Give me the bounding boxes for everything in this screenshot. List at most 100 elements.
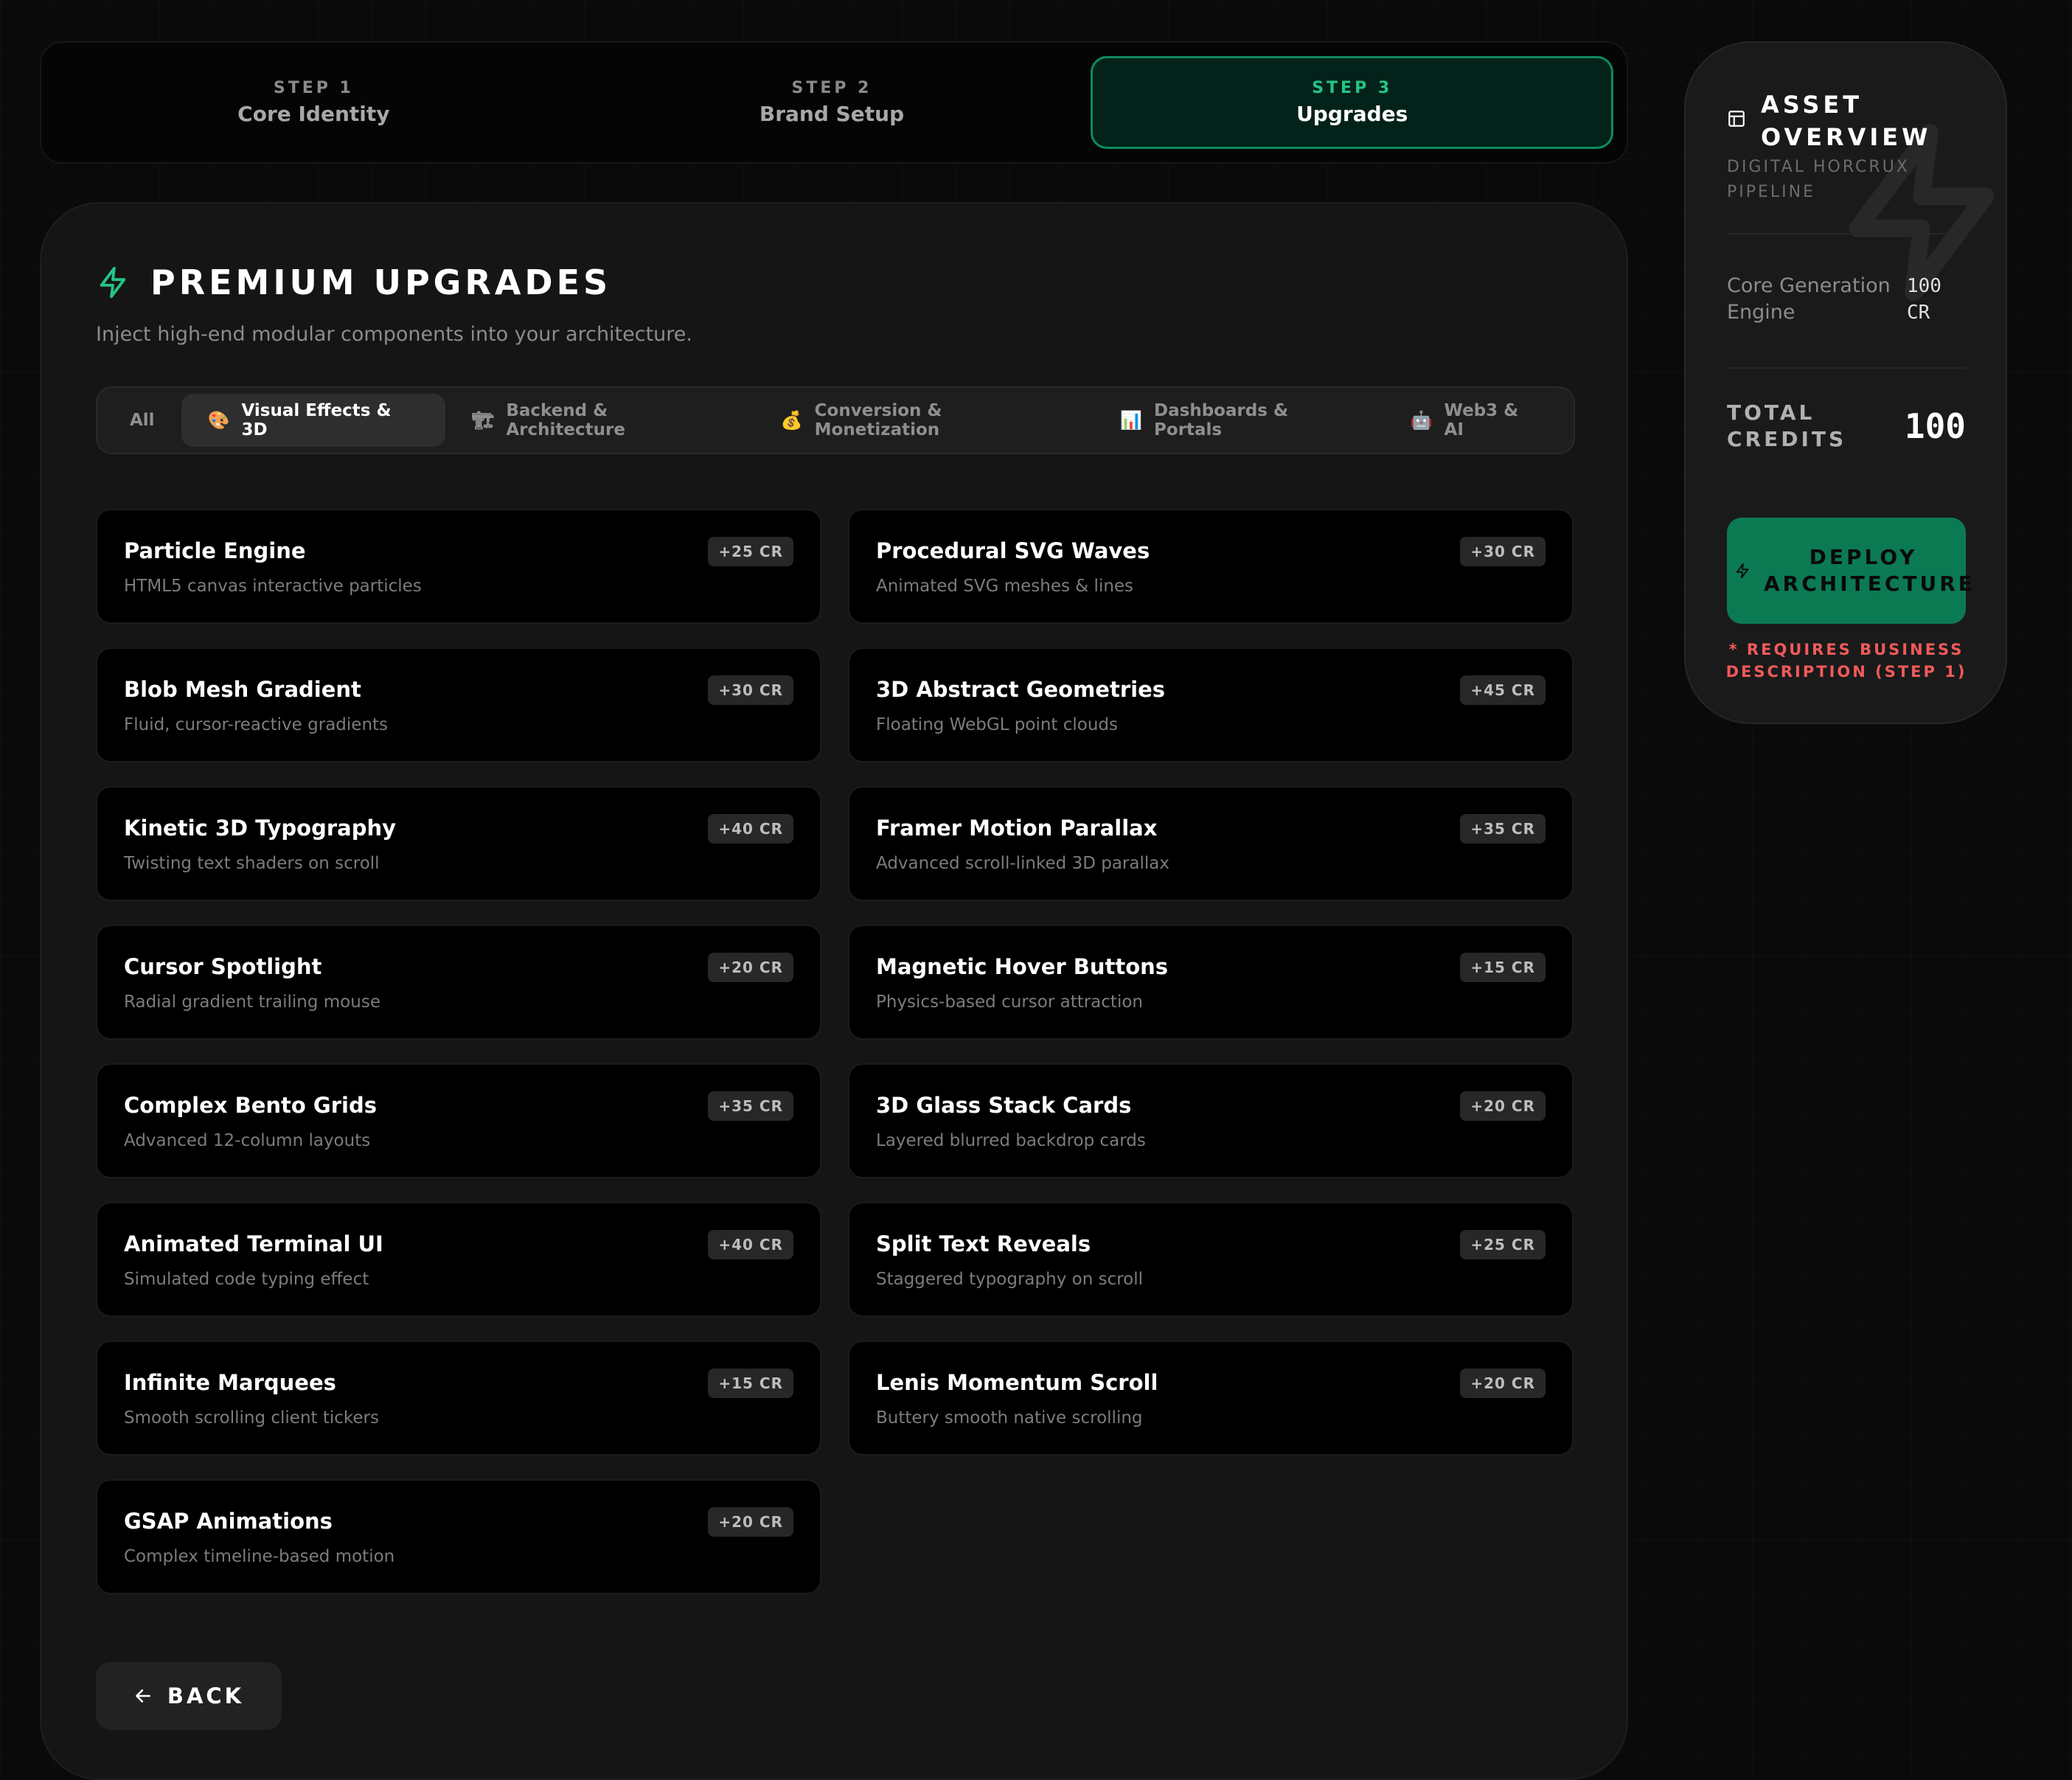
tab-all[interactable]: All — [103, 394, 181, 447]
tab-conversion-monetization[interactable]: 💰 Conversion & Monetization — [754, 394, 1094, 447]
requirement-warning: * REQUIRES BUSINESS DESCRIPTION (STEP 1) — [1725, 641, 1967, 681]
upgrade-card-framer-motion-parallax[interactable]: Framer Motion Parallax Advanced scroll-l… — [848, 786, 1574, 901]
sidebar-subtitle: DIGITAL HORCRUX PIPELINE — [1727, 158, 1910, 201]
card-description: Complex timeline-based motion — [124, 1547, 395, 1566]
card-description: Floating WebGL point clouds — [876, 715, 1119, 734]
total-credits-label: TOTAL CREDITS — [1727, 400, 1847, 451]
card-title: Infinite Marquees — [124, 1370, 336, 1395]
price-badge: +35 CR — [708, 1091, 793, 1121]
total-credits-row: TOTAL CREDITS 100 — [1727, 400, 1966, 453]
card-title: Animated Terminal UI — [124, 1231, 383, 1256]
tab-label: Dashboards & Portals — [1154, 401, 1289, 439]
layout-panel-icon — [1728, 111, 1745, 127]
upgrade-card-grid: Particle Engine HTML5 canvas interactive… — [96, 509, 1575, 1594]
step-1[interactable]: STEP 1 Core Identity — [55, 56, 573, 149]
card-description: Fluid, cursor-reactive gradients — [124, 715, 389, 734]
card-description: Buttery smooth native scrolling — [876, 1408, 1143, 1428]
card-title: Lenis Momentum Scroll — [876, 1370, 1158, 1395]
sidebar-title: ASSET OVERVIEW — [1761, 91, 1932, 151]
price-badge: +15 CR — [708, 1369, 793, 1398]
card-title: Complex Bento Grids — [124, 1093, 377, 1118]
tab-label: Visual Effects & 3D — [241, 401, 392, 439]
tab-web3-ai[interactable]: 🤖 Web3 & AI — [1384, 394, 1568, 447]
asset-overview-sidebar: ASSET OVERVIEW DIGITAL HORCRUX PIPELINE … — [1684, 41, 2007, 724]
card-title: Procedural SVG Waves — [876, 538, 1150, 563]
card-title: GSAP Animations — [124, 1509, 333, 1534]
panel-subtitle: Inject high-end modular components into … — [96, 323, 692, 346]
back-button[interactable]: BACK — [96, 1662, 282, 1730]
upgrade-card-particle-engine[interactable]: Particle Engine HTML5 canvas interactive… — [96, 509, 821, 624]
price-badge: +30 CR — [1460, 537, 1546, 566]
card-description: Animated SVG meshes & lines — [876, 577, 1134, 596]
price-badge: +20 CR — [1460, 1369, 1546, 1398]
deploy-button-label: DEPLOY ARCHITECTURE — [1764, 545, 1975, 596]
card-title: Split Text Reveals — [876, 1231, 1091, 1256]
upgrades-panel: PREMIUM UPGRADES Inject high-end modular… — [40, 202, 1628, 1780]
panel-header: PREMIUM UPGRADES Inject high-end modular… — [96, 263, 692, 346]
divider — [1727, 233, 1966, 234]
upgrade-card-kinetic-3d-typography[interactable]: Kinetic 3D Typography Twisting text shad… — [96, 786, 821, 901]
card-description: Simulated code typing effect — [124, 1270, 369, 1289]
card-description: Physics-based cursor attraction — [876, 992, 1143, 1012]
step-2-title: Brand Setup — [759, 102, 905, 126]
arrow-left-icon — [135, 1689, 150, 1703]
total-credits-value: 100 — [1904, 406, 1966, 446]
tab-dashboards-portals[interactable]: 📊 Dashboards & Portals — [1094, 394, 1384, 447]
bar-chart-icon: 📊 — [1120, 410, 1143, 431]
upgrade-card-gsap-animations[interactable]: GSAP Animations Complex timeline-based m… — [96, 1479, 821, 1594]
card-description: Radial gradient trailing mouse — [124, 992, 380, 1012]
lightning-bolt-icon — [100, 266, 126, 299]
step-1-number: STEP 1 — [273, 79, 354, 97]
upgrade-card-blob-mesh-gradient[interactable]: Blob Mesh Gradient Fluid, cursor-reactiv… — [96, 647, 821, 762]
upgrade-card-complex-bento-grids[interactable]: Complex Bento Grids Advanced 12-column l… — [96, 1063, 821, 1178]
upgrade-card-magnetic-hover-buttons[interactable]: Magnetic Hover Buttons Physics-based cur… — [848, 925, 1574, 1040]
tab-backend-architecture[interactable]: 🏗 Backend & Architecture — [445, 394, 754, 447]
tab-visual-effects-3d[interactable]: 🎨 Visual Effects & 3D — [181, 394, 445, 447]
card-title: Particle Engine — [124, 538, 306, 563]
lightning-bolt-icon — [1736, 563, 1749, 579]
step-3[interactable]: STEP 3 Upgrades — [1091, 56, 1614, 149]
step-1-title: Core Identity — [237, 102, 390, 126]
price-badge: +15 CR — [1460, 953, 1546, 982]
deploy-architecture-button[interactable]: DEPLOY ARCHITECTURE — [1727, 518, 1975, 624]
step-2[interactable]: STEP 2 Brand Setup — [573, 56, 1091, 149]
price-badge: +25 CR — [1460, 1230, 1546, 1259]
price-badge: +20 CR — [1460, 1091, 1546, 1121]
card-description: Layered blurred backdrop cards — [876, 1131, 1146, 1150]
tab-label: All — [130, 411, 155, 430]
card-title: Blob Mesh Gradient — [124, 677, 361, 702]
price-badge: +30 CR — [708, 675, 793, 705]
tab-label: Web3 & AI — [1444, 401, 1519, 439]
upgrade-card-infinite-marquees[interactable]: Infinite Marquees Smooth scrolling clien… — [96, 1341, 821, 1456]
price-badge: +45 CR — [1460, 675, 1546, 705]
upgrade-card-split-text-reveals[interactable]: Split Text Reveals Staggered typography … — [848, 1202, 1574, 1317]
card-title: Cursor Spotlight — [124, 954, 322, 979]
line-item: Core Generation Engine 100 CR — [1727, 273, 1966, 326]
card-title: Magnetic Hover Buttons — [876, 954, 1169, 979]
upgrade-card-animated-terminal-ui[interactable]: Animated Terminal UI Simulated code typi… — [96, 1202, 821, 1317]
card-title: Framer Motion Parallax — [876, 816, 1158, 841]
upgrade-card-procedural-svg-waves[interactable]: Procedural SVG Waves Animated SVG meshes… — [848, 509, 1574, 624]
palette-icon: 🎨 — [207, 410, 230, 431]
category-filter-bar: All 🎨 Visual Effects & 3D 🏗 Backend & Ar… — [96, 386, 1575, 454]
card-description: Twisting text shaders on scroll — [124, 854, 380, 873]
upgrade-card-3d-glass-stack-cards[interactable]: 3D Glass Stack Cards Layered blurred bac… — [848, 1063, 1574, 1178]
step-3-title: Upgrades — [1296, 102, 1408, 126]
panel-title: PREMIUM UPGRADES — [150, 263, 612, 302]
stepper: STEP 1 Core Identity STEP 2 Brand Setup … — [40, 41, 1628, 164]
card-description: Staggered typography on scroll — [876, 1270, 1144, 1289]
card-description: Smooth scrolling client tickers — [124, 1408, 379, 1428]
line-item-value: 100 CR — [1907, 275, 1941, 324]
price-badge: +35 CR — [1460, 814, 1546, 844]
tab-label: Conversion & Monetization — [814, 401, 942, 439]
card-description: HTML5 canvas interactive particles — [124, 577, 422, 596]
price-badge: +20 CR — [708, 953, 793, 982]
price-badge: +25 CR — [708, 537, 793, 566]
card-description: Advanced 12-column layouts — [124, 1131, 371, 1150]
upgrade-card-cursor-spotlight[interactable]: Cursor Spotlight Radial gradient trailin… — [96, 925, 821, 1040]
upgrade-card-3d-abstract-geometries[interactable]: 3D Abstract Geometries Floating WebGL po… — [848, 647, 1574, 762]
card-title: 3D Glass Stack Cards — [876, 1093, 1132, 1118]
line-item-label: Core Generation Engine — [1727, 274, 1891, 324]
upgrade-card-lenis-momentum-scroll[interactable]: Lenis Momentum Scroll Buttery smooth nat… — [848, 1341, 1574, 1456]
robot-icon: 🤖 — [1410, 410, 1433, 431]
